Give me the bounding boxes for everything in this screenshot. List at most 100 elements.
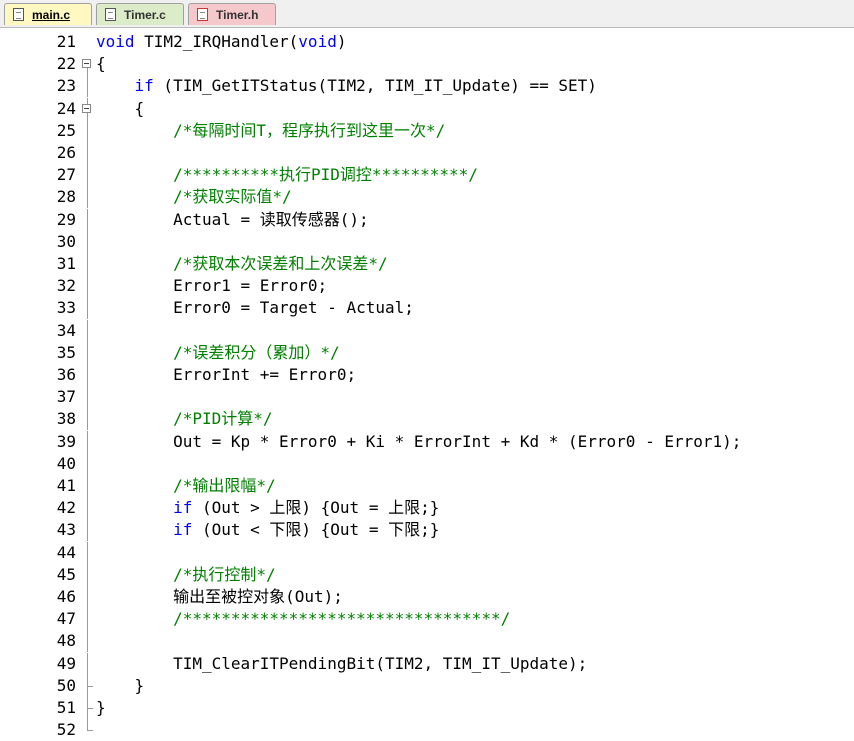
- code-line[interactable]: 39 Out = Kp * Error0 + Ki * ErrorInt + K…: [0, 430, 854, 453]
- fold-gutter: [82, 563, 94, 586]
- tab-timer-c[interactable]: Timer.c: [96, 3, 184, 25]
- fold-gutter[interactable]: [82, 53, 94, 76]
- collapse-icon[interactable]: [82, 59, 91, 69]
- code-line[interactable]: 46 输出至被控对象(Out);: [0, 586, 854, 608]
- code-line[interactable]: 52: [0, 719, 854, 741]
- code-text: /*执行控制*/: [96, 564, 276, 586]
- code-token: ErrorInt += Error0;: [173, 365, 357, 384]
- code-token: ): [336, 32, 347, 51]
- line-number: 33: [56, 298, 76, 318]
- line-number: 31: [56, 254, 76, 273]
- fold-gutter[interactable]: [82, 97, 94, 120]
- editor-tab-bar: main.c Timer.c Timer.h: [0, 0, 854, 28]
- code-line[interactable]: 23 if (TIM_GetITStatus(TIM2, TIM_IT_Upda…: [0, 75, 854, 98]
- fold-gutter: [82, 142, 94, 164]
- code-line[interactable]: 33 Error0 = Target - Actual;: [0, 297, 854, 320]
- collapse-icon[interactable]: [82, 103, 91, 113]
- code-line[interactable]: 24 {: [0, 97, 854, 120]
- code-editor[interactable]: 21 void TIM2_IRQHandler(void) 22 {23 if (TI…: [0, 28, 854, 739]
- keyword: if: [134, 76, 154, 96]
- fold-gutter: [82, 452, 94, 475]
- code-token: TIM_ClearITPendingBit(TIM2, TIM_IT_Updat…: [173, 653, 588, 673]
- tab-main-c[interactable]: main.c: [4, 3, 92, 25]
- fold-gutter: [82, 519, 94, 542]
- file-icon: [13, 8, 24, 21]
- code-line[interactable]: 44: [0, 541, 854, 564]
- line-number: 43: [56, 520, 76, 540]
- code-text: /**********执行PID调控**********/: [96, 164, 478, 186]
- code-text: {: [96, 53, 106, 75]
- line-number: 24: [56, 98, 76, 118]
- code-line[interactable]: 43 if (Out < 下限) {Out = 下限;}: [0, 519, 854, 542]
- fold-gutter: [82, 208, 94, 231]
- code-line[interactable]: 51}: [0, 697, 854, 719]
- fold-gutter: [82, 430, 94, 453]
- line-number: 23: [56, 76, 76, 96]
- code-text: /*PID计算*/: [96, 408, 272, 430]
- fold-gutter: [82, 630, 94, 653]
- line-number: 39: [56, 431, 76, 451]
- code-text: if (TIM_GetITStatus(TIM2, TIM_IT_Update)…: [96, 75, 597, 97]
- code-line[interactable]: 50 }: [0, 674, 854, 697]
- fold-gutter: [82, 164, 94, 187]
- code-text: }: [96, 697, 106, 719]
- keyword: void: [298, 32, 337, 51]
- code-text: Actual = 读取传感器();: [96, 209, 369, 231]
- code-line[interactable]: 45 /*执行控制*/: [0, 563, 854, 586]
- line-number: 34: [56, 320, 76, 340]
- code-line[interactable]: 47 /*********************************/: [0, 608, 854, 631]
- code-token: TIM2_IRQHandler(: [134, 32, 299, 51]
- code-text: /*获取本次误差和上次误差*/: [96, 253, 388, 275]
- fold-gutter: [82, 674, 94, 697]
- fold-gutter: [82, 186, 94, 209]
- code-line[interactable]: 37: [0, 386, 854, 409]
- code-line[interactable]: 49 TIM_ClearITPendingBit(TIM2, TIM_IT_Up…: [0, 652, 854, 675]
- code-token: {: [96, 54, 106, 74]
- fold-gutter: [82, 31, 94, 53]
- code-line[interactable]: 26: [0, 142, 854, 164]
- line-number: 21: [56, 32, 76, 51]
- code-line[interactable]: 38 /*PID计算*/: [0, 408, 854, 431]
- file-icon: [105, 8, 116, 21]
- code-line[interactable]: 29 Actual = 读取传感器();: [0, 208, 854, 231]
- code-line[interactable]: 34: [0, 319, 854, 342]
- fold-gutter: [82, 297, 94, 320]
- code-line[interactable]: 30: [0, 230, 854, 253]
- code-line[interactable]: 32 Error1 = Error0;: [0, 275, 854, 298]
- comment: /*获取实际值*/: [173, 187, 292, 207]
- fold-gutter: [82, 475, 94, 497]
- code-line[interactable]: 40: [0, 452, 854, 475]
- code-line[interactable]: 25 /*每隔时间T，程序执行到这里一次*/: [0, 119, 854, 142]
- code-token: Actual = 读取传感器();: [173, 209, 369, 229]
- fold-gutter: [82, 719, 94, 741]
- code-line[interactable]: 48: [0, 630, 854, 653]
- code-line[interactable]: 41 /*输出限幅*/: [0, 475, 854, 497]
- code-line[interactable]: 35 /*误差积分（累加）*/: [0, 341, 854, 364]
- tab-timer-h[interactable]: Timer.h: [188, 3, 276, 25]
- comment: /*********************************/: [173, 609, 511, 629]
- code-line[interactable]: 21 void TIM2_IRQHandler(void): [0, 31, 854, 53]
- code-line[interactable]: 36 ErrorInt += Error0;: [0, 364, 854, 386]
- fold-gutter: [82, 364, 94, 386]
- keyword: void: [96, 32, 135, 51]
- line-number: 28: [56, 187, 76, 207]
- line-number: 42: [56, 498, 76, 518]
- tab-label: Timer.h: [216, 7, 259, 22]
- fold-gutter: [82, 230, 94, 253]
- keyword: if: [173, 520, 193, 540]
- fold-gutter: [82, 341, 94, 364]
- line-number: 26: [56, 143, 76, 162]
- code-line[interactable]: 28 /*获取实际值*/: [0, 186, 854, 209]
- fold-gutter: [82, 253, 94, 275]
- code-line[interactable]: 27 /**********执行PID调控**********/: [0, 164, 854, 187]
- fold-gutter: [82, 541, 94, 564]
- fold-gutter: [82, 386, 94, 409]
- comment: /*获取本次误差和上次误差*/: [173, 254, 388, 273]
- code-line[interactable]: 22 {: [0, 53, 854, 76]
- code-line[interactable]: 42 if (Out > 上限) {Out = 上限;}: [0, 497, 854, 520]
- code-text: {: [96, 98, 145, 120]
- code-line[interactable]: 31 /*获取本次误差和上次误差*/: [0, 253, 854, 275]
- code-token: }: [134, 675, 145, 695]
- code-text: /*获取实际值*/: [96, 186, 292, 208]
- code-text: TIM_ClearITPendingBit(TIM2, TIM_IT_Updat…: [96, 653, 587, 675]
